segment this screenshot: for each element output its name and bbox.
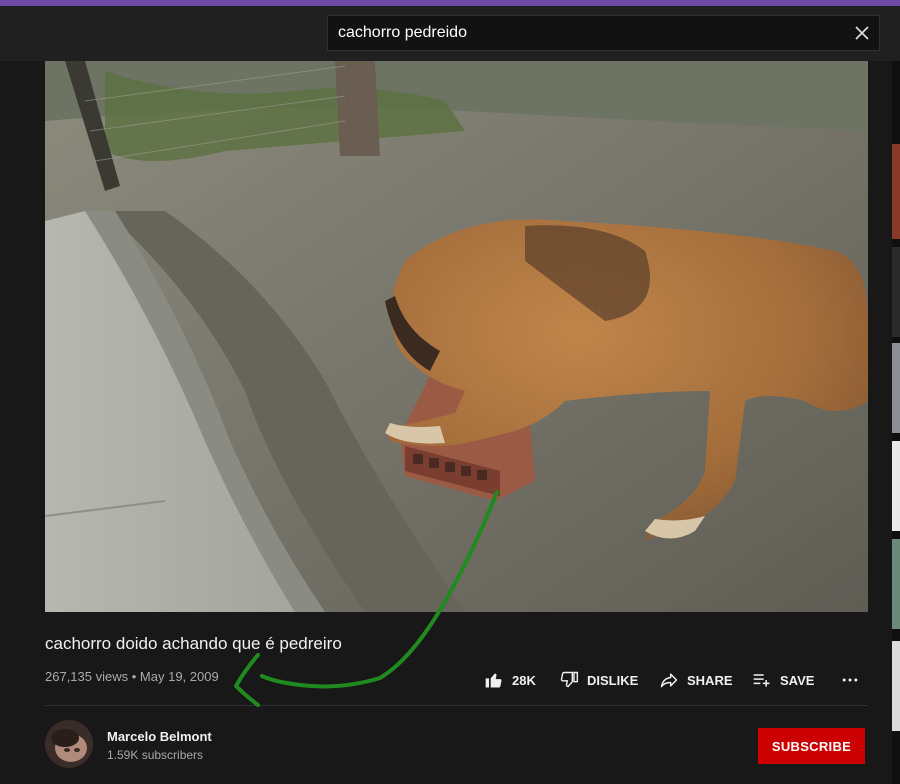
playlist-add-icon [753,674,770,687]
more-actions-button[interactable] [840,670,868,690]
recommendation-thumbnail[interactable] [892,641,900,731]
like-count: 28K [512,672,536,688]
share-icon [660,673,678,688]
video-frame [45,61,868,612]
recommendation-thumbnail[interactable] [892,539,900,629]
divider [45,705,868,706]
avatar-image [45,720,93,768]
recommendation-thumbnail[interactable] [892,144,900,239]
like-button[interactable]: 28K [484,670,536,690]
upload-date: May 19, 2009 [139,669,219,684]
save-button[interactable]: SAVE [752,670,814,690]
recommendation-thumbnail[interactable] [892,247,900,337]
share-button[interactable]: SHARE [659,670,733,690]
subscriber-count: 1.59K subscribers [107,748,204,762]
more-horizontal-icon [842,678,858,682]
close-icon[interactable] [853,24,871,42]
recommendation-thumbnail[interactable] [892,343,900,433]
dislike-label: DISLIKE [587,672,639,688]
video-meta: 267,135 views • May 19, 2009 [45,669,219,684]
video-player[interactable] [45,61,868,612]
search-input[interactable] [328,16,868,50]
video-title: cachorro doido achando que é pedreiro [45,634,342,653]
subscribe-button[interactable]: SUBSCRIBE [758,728,865,764]
view-count: 267,135 views [45,669,129,684]
share-label: SHARE [687,672,733,688]
dislike-button[interactable]: DISLIKE [559,670,638,690]
recommendations-sidebar [892,61,900,784]
search-box[interactable] [327,15,880,51]
channel-name[interactable]: Marcelo Belmont [107,729,212,744]
meta-separator: • [131,669,140,684]
thumbs-up-icon [485,673,502,688]
save-label: SAVE [780,672,815,688]
avatar[interactable] [45,720,93,768]
thumbs-down-icon [560,671,579,688]
recommendation-thumbnail[interactable] [892,441,900,531]
